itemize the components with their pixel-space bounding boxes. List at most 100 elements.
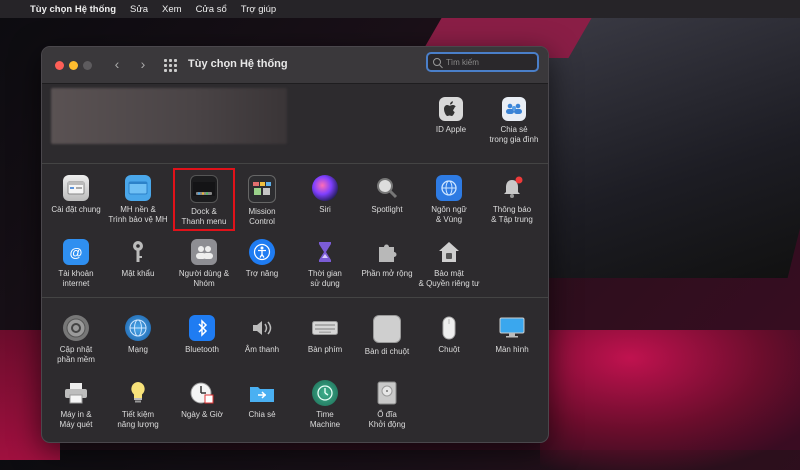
notifications-icon bbox=[499, 175, 525, 201]
bluetooth-icon bbox=[189, 315, 215, 341]
pane-general[interactable]: Cài đặt chung bbox=[44, 175, 108, 215]
pane-desktop-screensaver[interactable]: MH nền & Trình bảo vệ MH bbox=[106, 175, 170, 225]
menu-app-name[interactable]: Tùy chọn Hệ thống bbox=[30, 4, 116, 15]
pane-printers-scanners[interactable]: Máy in & Máy quét bbox=[44, 380, 108, 430]
pane-label: Chuột bbox=[438, 345, 460, 354]
pane-label: Người dùng & Nhóm bbox=[178, 269, 230, 288]
network-icon bbox=[125, 315, 151, 341]
pane-label: Cài đặt chung bbox=[51, 205, 101, 214]
hardware-section: Cập nhật phần mềm Mạng Bluetooth Âm than… bbox=[42, 298, 548, 442]
pane-label: Âm thanh bbox=[244, 345, 280, 354]
passwords-icon bbox=[125, 239, 151, 265]
pane-label: Bluetooth bbox=[185, 345, 219, 354]
general-icon bbox=[63, 175, 89, 201]
pane-label: Mạng bbox=[127, 345, 148, 354]
displays-icon bbox=[499, 315, 525, 341]
highlight-box bbox=[173, 168, 235, 231]
pane-sharing[interactable]: Chia sẻ bbox=[230, 380, 294, 420]
pane-label: Phần mở rộng bbox=[361, 269, 413, 278]
pane-extensions[interactable]: Phần mở rộng bbox=[355, 239, 419, 279]
account-section: ID Apple Chia sẻ trong gia đình bbox=[42, 83, 548, 164]
pane-mouse[interactable]: Chuột bbox=[417, 315, 481, 355]
family-sharing-label: Chia sẻ trong gia đình bbox=[489, 125, 539, 144]
pane-accessibility[interactable]: Trợ năng bbox=[230, 239, 294, 279]
profile-blurred-area[interactable] bbox=[51, 88, 287, 144]
keyboard-icon bbox=[312, 315, 338, 341]
pane-language-region[interactable]: Ngôn ngữ & Vùng bbox=[417, 175, 481, 225]
startup-disk-icon bbox=[374, 380, 400, 406]
apple-id-icon bbox=[439, 97, 463, 121]
pane-label: Trợ năng bbox=[245, 269, 279, 278]
pane-label: Ổ đĩa Khởi động bbox=[368, 410, 406, 429]
date-time-icon bbox=[189, 380, 215, 406]
trackpad-icon bbox=[373, 315, 401, 343]
pane-label: Spotlight bbox=[371, 205, 403, 214]
pane-label: Ngày & Giờ bbox=[181, 410, 223, 419]
pane-label: Bàn di chuột bbox=[364, 347, 410, 356]
pane-label: Tiết kiệm năng lượng bbox=[117, 410, 159, 429]
menu-view[interactable]: Xem bbox=[162, 4, 182, 15]
sharing-icon bbox=[249, 380, 275, 406]
pane-screen-time[interactable]: Thời gian sử dụng bbox=[293, 239, 357, 289]
screen-time-icon bbox=[312, 239, 338, 265]
pane-keyboard[interactable]: Bàn phím bbox=[293, 315, 357, 355]
pane-notifications[interactable]: Thông báo & Tập trung bbox=[480, 175, 544, 225]
mouse-icon bbox=[436, 315, 462, 341]
accessibility-icon bbox=[249, 239, 275, 265]
desktop-screensaver-icon bbox=[125, 175, 151, 201]
window-title: Tùy chọn Hệ thống bbox=[188, 58, 288, 70]
apple-id-label: ID Apple bbox=[435, 125, 467, 134]
back-chevron-icon[interactable]: ‹ bbox=[109, 56, 125, 72]
search-input[interactable] bbox=[446, 57, 526, 67]
pane-sound[interactable]: Âm thanh bbox=[230, 315, 294, 355]
title-bar: ‹ › Tùy chọn Hệ thống bbox=[42, 47, 548, 84]
pane-startup-disk[interactable]: Ổ đĩa Khởi động bbox=[355, 380, 419, 430]
language-region-icon bbox=[436, 175, 462, 201]
close-button[interactable] bbox=[55, 61, 64, 70]
zoom-button[interactable] bbox=[83, 61, 92, 70]
menu-edit[interactable]: Sửa bbox=[130, 4, 148, 15]
mission-control-icon bbox=[248, 175, 276, 203]
family-sharing-icon bbox=[502, 97, 526, 121]
pane-trackpad[interactable]: Bàn di chuột bbox=[355, 315, 419, 357]
pane-mission-control[interactable]: Mission Control bbox=[230, 175, 294, 227]
pane-label: MH nền & Trình bảo vệ MH bbox=[108, 205, 168, 224]
menu-help[interactable]: Trợ giúp bbox=[241, 4, 276, 15]
sound-icon bbox=[249, 315, 275, 341]
pane-energy-saver[interactable]: Tiết kiệm năng lượng bbox=[106, 380, 170, 430]
pane-internet-accounts[interactable]: @ Tài khoản internet bbox=[44, 239, 108, 289]
pane-label: Chia sẻ bbox=[248, 410, 276, 419]
pane-label: Thời gian sử dụng bbox=[308, 269, 342, 288]
pane-bluetooth[interactable]: Bluetooth bbox=[170, 315, 234, 355]
pane-spotlight[interactable]: Spotlight bbox=[355, 175, 419, 215]
system-preferences-window: ‹ › Tùy chọn Hệ thống ID Apple Chia sẻ t… bbox=[41, 46, 549, 443]
pane-users-groups[interactable]: Người dùng & Nhóm bbox=[172, 239, 236, 289]
show-all-grid-icon[interactable] bbox=[164, 59, 177, 72]
forward-chevron-icon[interactable]: › bbox=[135, 56, 151, 72]
pane-label: Màn hình bbox=[495, 345, 529, 354]
search-field[interactable] bbox=[426, 52, 539, 72]
pane-label: Ngôn ngữ & Vùng bbox=[431, 205, 467, 224]
pane-label: Cập nhật phần mềm bbox=[57, 345, 95, 364]
search-icon bbox=[433, 58, 441, 66]
menu-window[interactable]: Cửa sổ bbox=[196, 4, 227, 15]
personal-section: Cài đặt chung MH nền & Trình bảo vệ MH D… bbox=[42, 164, 548, 298]
pane-displays[interactable]: Màn hình bbox=[480, 315, 544, 355]
apple-id-pane[interactable]: ID Apple bbox=[418, 97, 484, 135]
pane-siri[interactable]: Siri bbox=[293, 175, 357, 215]
pane-label: Bảo mật & Quyền riêng tư bbox=[418, 269, 480, 288]
pane-date-time[interactable]: Ngày & Giờ bbox=[170, 380, 234, 420]
pane-network[interactable]: Mạng bbox=[106, 315, 170, 355]
pane-label: Time Machine bbox=[309, 410, 341, 429]
pane-passwords[interactable]: Mật khẩu bbox=[106, 239, 170, 279]
minimize-button[interactable] bbox=[69, 61, 78, 70]
pane-label: Mật khẩu bbox=[121, 269, 155, 278]
pane-security-privacy[interactable]: Bảo mật & Quyền riêng tư bbox=[417, 239, 481, 289]
wallpaper-shape bbox=[540, 330, 800, 470]
menu-bar: Tùy chọn Hệ thống Sửa Xem Cửa sổ Trợ giú… bbox=[0, 0, 800, 18]
siri-icon bbox=[312, 175, 338, 201]
pane-software-update[interactable]: Cập nhật phần mềm bbox=[44, 315, 108, 365]
pane-time-machine[interactable]: Time Machine bbox=[293, 380, 357, 430]
family-sharing-pane[interactable]: Chia sẻ trong gia đình bbox=[481, 97, 547, 145]
time-machine-icon bbox=[312, 380, 338, 406]
